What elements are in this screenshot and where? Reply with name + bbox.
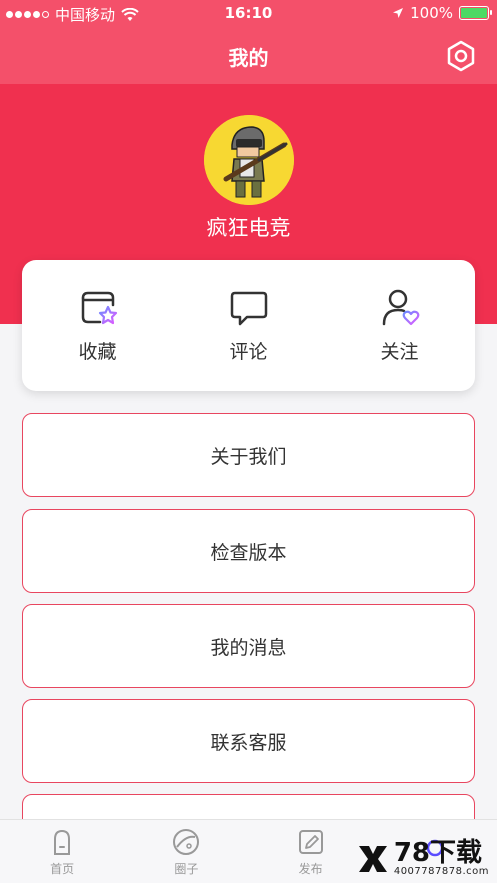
watermark-sub: 4007787878.com — [393, 866, 489, 877]
favorites-icon — [81, 291, 117, 325]
battery-percent: 100% — [410, 4, 453, 22]
about-us-button[interactable]: 关于我们 — [22, 413, 475, 497]
battery-icon — [459, 6, 492, 20]
favorites-button[interactable]: 收藏 — [22, 260, 173, 391]
avatar[interactable] — [204, 115, 294, 205]
username: 疯狂电竞 — [206, 216, 291, 240]
tab-circle-label: 圈子 — [174, 861, 199, 876]
watermark-main: 78下载 — [393, 838, 483, 868]
actions-card: 收藏 评论 关注 — [22, 260, 475, 391]
gear-icon — [447, 40, 475, 72]
tab-home[interactable]: 首页 — [0, 820, 124, 883]
avatar-image — [204, 115, 294, 205]
x-logo-icon — [358, 845, 387, 872]
page-title: 我的 — [228, 45, 269, 70]
comments-label: 评论 — [229, 341, 268, 363]
tab-publish[interactable]: 发布 — [249, 820, 373, 883]
follow-button[interactable]: 关注 — [324, 260, 475, 391]
comment-icon — [230, 291, 267, 326]
planet-icon — [173, 828, 200, 855]
tab-publish-label: 发布 — [298, 861, 323, 876]
status-bar: 中国移动 16:10 100% — [0, 0, 497, 28]
status-right: 100% — [392, 4, 492, 22]
follow-user-icon — [382, 289, 419, 326]
tab-circle[interactable]: 圈子 — [124, 820, 248, 883]
location-arrow-icon — [393, 8, 404, 18]
check-version-button[interactable]: 检查版本 — [22, 509, 475, 593]
contact-support-button[interactable]: 联系客服 — [22, 699, 475, 783]
edit-icon — [298, 829, 323, 854]
follow-label: 关注 — [380, 341, 419, 363]
nav-bar: 我的 — [0, 28, 497, 84]
favorites-label: 收藏 — [78, 341, 117, 363]
tab-home-label: 首页 — [50, 861, 75, 876]
my-messages-button[interactable]: 我的消息 — [22, 604, 475, 688]
watermark-logo: 78下载 4007787878.com — [356, 840, 489, 877]
settings-button[interactable] — [443, 38, 479, 74]
home-icon — [54, 829, 71, 855]
comments-button[interactable]: 评论 — [173, 260, 324, 391]
